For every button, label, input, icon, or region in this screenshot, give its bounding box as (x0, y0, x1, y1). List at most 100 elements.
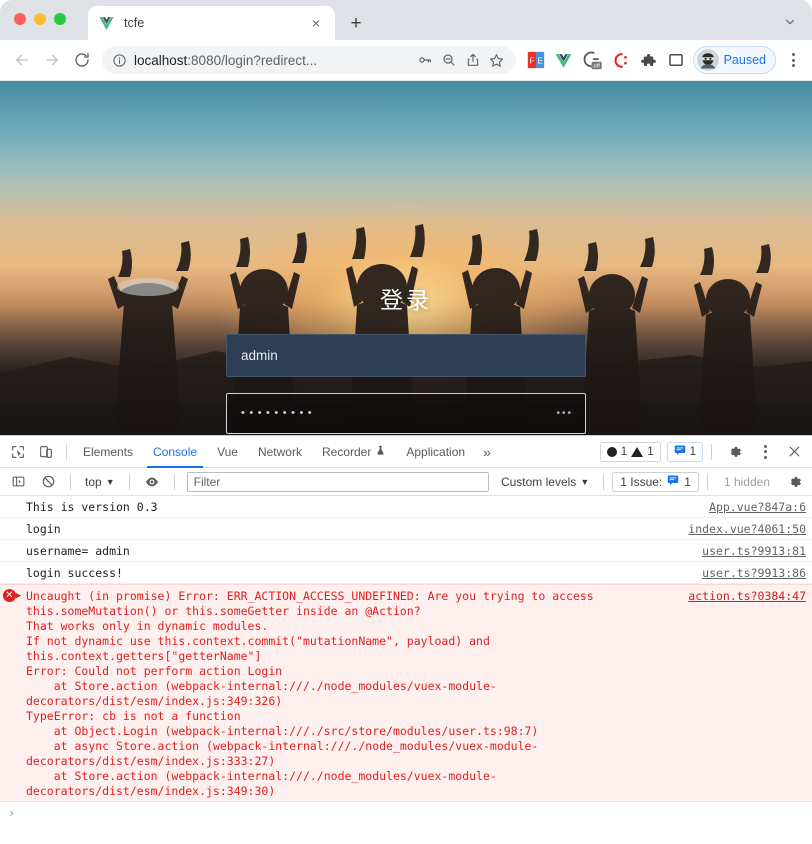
toolbar-divider (711, 443, 712, 460)
issues-button[interactable]: 1 Issue: 1 (612, 471, 699, 492)
address-bar-url[interactable]: localhost:8080/login?redirect... (130, 53, 412, 68)
password-input[interactable]: ••••••••• (241, 408, 548, 419)
console-prompt[interactable]: › (0, 802, 812, 828)
console-message[interactable]: login index.vue?4061:50 (0, 518, 812, 540)
window-controls (14, 13, 66, 25)
issues-count: 1 (689, 445, 696, 458)
hidden-messages-label: 1 hidden (723, 474, 770, 489)
address-bar[interactable]: localhost:8080/login?redirect... (102, 46, 516, 74)
tab-label: Network (257, 444, 302, 459)
console-message-text: username= admin (26, 544, 130, 558)
zoom-out-icon[interactable] (438, 49, 460, 71)
browser-tab[interactable]: tcfe × (88, 6, 335, 40)
log-levels-select[interactable]: Custom levels ▼ (495, 472, 595, 492)
browser-tabstrip: tcfe × + (0, 0, 812, 40)
console-message-text: login (26, 522, 61, 536)
cookie-off-icon[interactable]: off (579, 47, 605, 73)
execution-context-select[interactable]: top ▼ (79, 472, 121, 492)
console-sidebar-icon[interactable] (4, 469, 32, 495)
gear-icon[interactable] (720, 439, 748, 465)
extensions-puzzle-icon[interactable] (635, 47, 661, 73)
issues-counter[interactable]: 1 (666, 441, 703, 462)
device-toolbar-icon[interactable] (32, 439, 60, 465)
site-info-icon[interactable] (111, 52, 128, 69)
password-field[interactable]: ••••••••• ••• (226, 393, 586, 434)
warning-triangle-icon (631, 446, 644, 457)
tab-application[interactable]: Application (396, 436, 475, 468)
error-icon: ✕ (2, 589, 16, 602)
clarity-extension-icon[interactable] (607, 47, 633, 73)
share-icon[interactable] (462, 49, 484, 71)
close-window-button[interactable] (14, 13, 26, 25)
bookmark-star-icon[interactable] (486, 49, 508, 71)
error-warning-counter[interactable]: 1 1 (599, 441, 661, 462)
three-dot-menu-icon[interactable] (780, 47, 806, 73)
error-circle-icon (606, 446, 617, 457)
console-filter-input[interactable]: Filter (186, 471, 489, 492)
console-error-message[interactable]: ✕ ▶ Uncaught (in promise) Error: ERR_ACT… (0, 584, 812, 802)
password-reveal-icon[interactable]: ••• (556, 408, 573, 419)
inspect-element-icon[interactable] (4, 439, 32, 465)
toolbar-divider (603, 473, 605, 490)
profile-button[interactable]: Paused (692, 46, 776, 74)
tab-elements[interactable]: Elements (73, 436, 143, 468)
console-message[interactable]: This is version 0.3 App.vue?847a:6 (0, 496, 812, 518)
maximize-window-button[interactable] (54, 13, 66, 25)
console-message-text: This is version 0.3 (26, 500, 158, 514)
live-expression-icon[interactable] (138, 469, 166, 495)
message-gutter (0, 498, 26, 500)
minimize-window-button[interactable] (34, 13, 46, 25)
console-message-source[interactable]: user.ts?9913:86 (692, 564, 806, 581)
message-gutter (0, 564, 26, 566)
back-arrow-icon[interactable] (8, 46, 36, 74)
console-message-source[interactable]: user.ts?9913:81 (692, 542, 806, 559)
chevron-down-icon: ▼ (105, 476, 115, 487)
console-message[interactable]: username= admin user.ts?9913:81 (0, 540, 812, 562)
ninja-avatar (696, 49, 719, 71)
browser-toolbar: localhost:8080/login?redirect... F E off… (0, 40, 812, 81)
console-message[interactable]: login success! user.ts?9913:86 (0, 562, 812, 584)
url-host: localhost (134, 52, 188, 68)
close-tab-button[interactable]: × (307, 14, 325, 32)
issue-message-icon (674, 444, 686, 459)
vue-logo-icon (98, 15, 115, 32)
clear-console-icon[interactable] (34, 469, 62, 495)
fe-extension-icon[interactable]: F E (523, 47, 549, 73)
console-message-source[interactable]: App.vue?847a:6 (699, 498, 806, 515)
side-panel-icon[interactable] (663, 47, 689, 73)
page-title: 登录 (380, 287, 432, 313)
toolbar-divider (706, 473, 708, 490)
login-form: admin ••••••••• ••• Sign in (226, 334, 586, 435)
more-tabs-button[interactable]: » (475, 444, 499, 460)
console-message-source[interactable]: action.ts?0384:47 (678, 587, 806, 604)
message-gutter (0, 520, 26, 522)
tab-label: Console (153, 444, 198, 459)
experiment-flask-icon (375, 445, 386, 459)
tab-network[interactable]: Network (248, 436, 312, 468)
tab-recorder[interactable]: Recorder (312, 436, 396, 468)
svg-text:F: F (529, 56, 534, 65)
devtools-tabbar-right: 1 1 1 (599, 439, 812, 465)
close-devtools-icon[interactable] (780, 439, 808, 465)
password-key-icon[interactable] (414, 49, 436, 71)
reload-icon[interactable] (68, 46, 96, 74)
issues-button-label: 1 Issue: (620, 474, 663, 489)
log-levels-value: Custom levels (500, 474, 577, 489)
tab-console[interactable]: Console (143, 436, 207, 468)
expand-arrow-icon[interactable]: ▶ (16, 589, 21, 604)
console-message-text: Uncaught (in promise) Error: ERR_ACTION_… (26, 589, 594, 798)
chevron-down-icon[interactable] (780, 12, 800, 32)
vue-devtools-icon[interactable] (551, 47, 577, 73)
toolbar-divider (70, 473, 71, 490)
page-viewport: 登录 admin ••••••••• ••• Sign in username:… (0, 81, 812, 435)
tab-vue[interactable]: Vue (207, 436, 248, 468)
devtools-more-menu-icon[interactable] (752, 439, 778, 465)
tab-label: Vue (217, 444, 238, 459)
forward-arrow-icon[interactable] (38, 46, 66, 74)
console-settings-gear-icon[interactable] (780, 469, 808, 495)
console-message-list[interactable]: This is version 0.3 App.vue?847a:6 login… (0, 496, 812, 844)
new-tab-button[interactable]: + (344, 11, 368, 35)
username-input[interactable]: admin (226, 334, 586, 377)
console-message-source[interactable]: index.vue?4061:50 (678, 520, 806, 537)
svg-text:E: E (537, 56, 543, 65)
